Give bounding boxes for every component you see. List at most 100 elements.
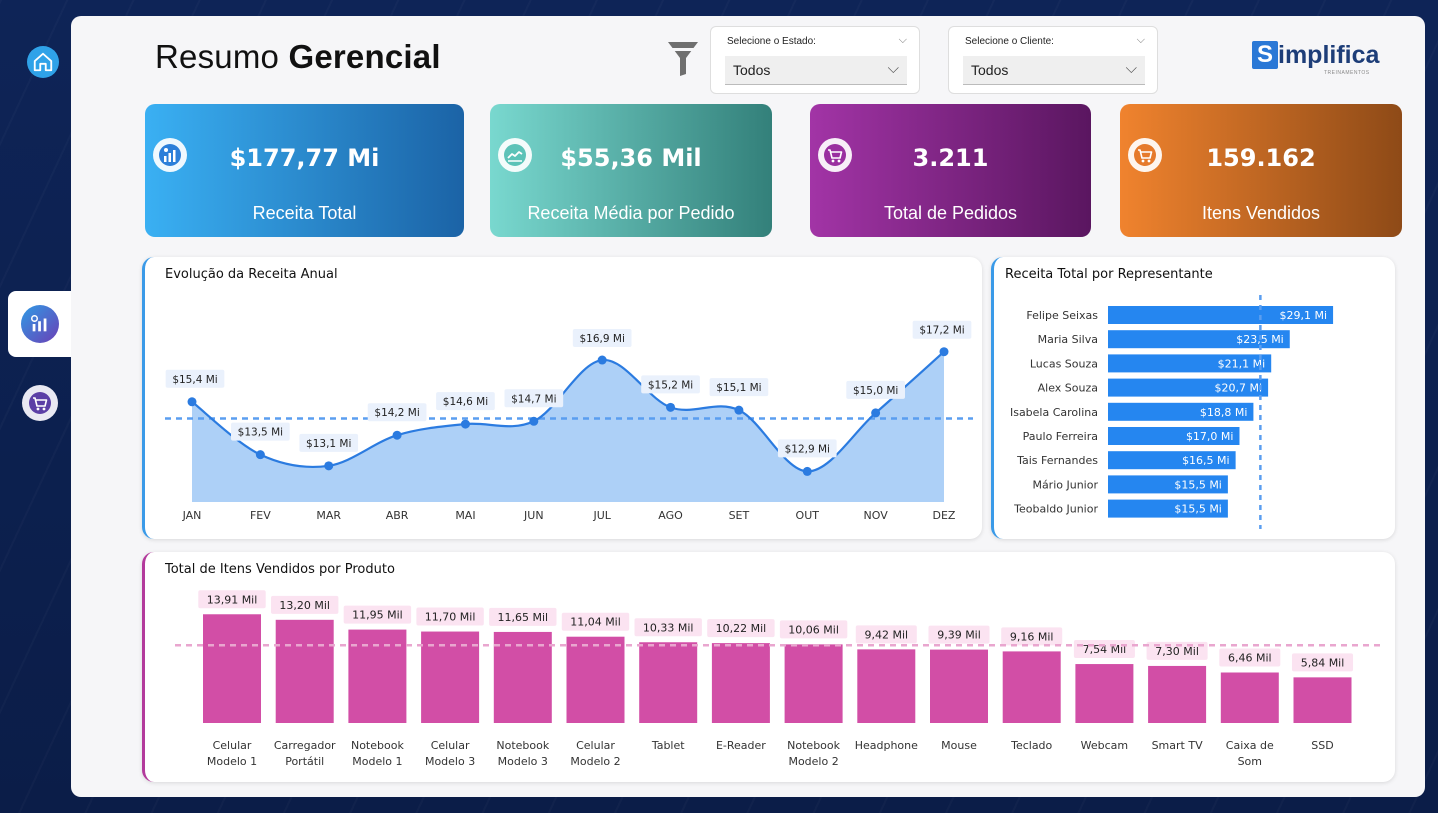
data-point — [871, 408, 881, 418]
bar-data-label: 13,91 Mil — [207, 593, 258, 606]
bar-category-label: Maria Silva — [1038, 333, 1098, 346]
state-dropdown[interactable]: Todos ⌵ — [725, 56, 907, 85]
data-label: $14,6 Mi — [443, 396, 488, 408]
bar-category-label: Tais Fernandes — [1016, 454, 1098, 467]
kpi-card-receita-media: $55,36 Mil Receita Média por Pedido — [490, 104, 772, 237]
bar-data-label: 5,84 Mil — [1301, 656, 1345, 669]
bar — [1293, 677, 1352, 723]
bar-category-label: Alex Souza — [1038, 382, 1098, 395]
kpi-value: 3.211 — [912, 144, 989, 172]
kpi-card-itens-vendidos: 159.162 Itens Vendidos — [1120, 104, 1402, 237]
bar-category-label: Isabela Carolina — [1010, 406, 1098, 419]
x-tick-label: Webcam — [1081, 739, 1129, 752]
items-by-product-panel: Total de Itens Vendidos por Produto 13,9… — [142, 552, 1395, 782]
data-label: $15,4 Mi — [172, 374, 217, 386]
data-point — [324, 461, 334, 471]
nav-revenue-button[interactable] — [8, 291, 71, 357]
home-icon — [33, 52, 53, 72]
x-tick-label: NOV — [864, 509, 889, 522]
logo-word: implifica — [1278, 41, 1380, 69]
client-dropdown[interactable]: Todos ⌵ — [963, 56, 1145, 85]
bar — [566, 636, 625, 723]
x-tick-label: ABR — [386, 509, 409, 522]
x-tick-label: OUT — [796, 509, 820, 522]
revenue-by-rep-panel: Receita Total por Representante Felipe S… — [991, 257, 1395, 539]
nav-home-button[interactable] — [27, 46, 59, 78]
data-label: $15,2 Mi — [648, 379, 693, 391]
data-point — [597, 355, 607, 365]
x-tick-label: JUL — [592, 509, 611, 522]
x-tick-label: JUN — [523, 509, 544, 522]
bar — [348, 629, 407, 723]
state-dropdown-value: Todos — [733, 62, 771, 78]
client-slicer-label: Selecione o Cliente: — [965, 36, 1054, 47]
bar — [639, 642, 698, 723]
x-tick-label: SSD — [1311, 739, 1333, 752]
data-label: $15,1 Mi — [716, 382, 761, 394]
x-tick-label: Notebook — [787, 739, 840, 752]
revenue-by-rep-chart[interactable]: Felipe Seixas $29,1 MiMaria Silva $23,5 Mi… — [994, 257, 1398, 539]
company-logo: Simplifica TREINAMENTOS — [1252, 41, 1380, 76]
items-by-product-chart[interactable]: 13,91 Mil Celular Modelo 1 13,20 Mil Carrega… — [145, 552, 1398, 782]
nav-sales-button[interactable] — [22, 385, 58, 421]
bar — [930, 649, 988, 723]
bar-data-label: 11,65 Mil — [498, 611, 549, 624]
kpi-label: Receita Média por Pedido — [527, 203, 735, 223]
bar-data-label: 9,16 Mil — [1010, 630, 1054, 643]
kpi-label: Receita Total — [252, 203, 357, 223]
bar-data-label: 10,22 Mil — [716, 622, 767, 635]
bar-data-label: 10,33 Mil — [643, 621, 694, 634]
filter-icon[interactable] — [666, 40, 700, 78]
bar-data-label: 11,04 Mil — [570, 616, 621, 629]
page-title-light: Resumo — [155, 38, 280, 75]
chevron-down-icon[interactable]: ⌵ — [1137, 33, 1145, 47]
x-tick-label: SET — [729, 509, 750, 522]
bar — [275, 619, 334, 723]
data-label: $13,5 Mi — [238, 427, 283, 439]
bar-category-label: Paulo Ferreira — [1023, 430, 1098, 443]
bar — [1220, 672, 1279, 723]
state-slicer[interactable]: Selecione o Estado: ⌵ Todos ⌵ — [710, 26, 920, 94]
x-tick-label: Tablet — [651, 739, 685, 752]
x-tick-label: Portátil — [285, 755, 324, 768]
cart-icon — [29, 392, 51, 414]
bar — [857, 649, 916, 723]
revenue-area-chart[interactable]: $15,4 Mi JAN $13,5 Mi FEV $13,1 Mi MAR $14,2 M… — [145, 257, 985, 539]
bar-data-label: $21,1 Mi — [1218, 357, 1266, 370]
x-tick-label: Celular — [576, 739, 615, 752]
x-tick-label: AGO — [658, 509, 683, 522]
data-label: $14,7 Mi — [511, 393, 556, 405]
bar-data-label: 10,06 Mil — [788, 623, 839, 636]
bar-data-label: 6,46 Mil — [1228, 652, 1272, 665]
bar-data-label: 9,39 Mil — [937, 629, 981, 642]
x-tick-label: Notebook — [351, 739, 404, 752]
x-tick-label: Modelo 1 — [352, 755, 402, 768]
data-label: $13,1 Mi — [306, 438, 351, 450]
x-tick-label: Modelo 3 — [425, 755, 475, 768]
revenue-evolution-panel: Evolução da Receita Anual $15,4 Mi JAN $13… — [142, 257, 982, 539]
x-tick-label: Caixa de — [1226, 739, 1274, 752]
data-point — [255, 450, 265, 460]
bar-data-label: 9,42 Mil — [865, 628, 909, 641]
chevron-down-icon: ⌵ — [887, 59, 899, 77]
x-tick-label: Modelo 1 — [207, 755, 257, 768]
kpi-label: Total de Pedidos — [883, 203, 1018, 223]
state-slicer-label: Selecione o Estado: — [727, 36, 816, 47]
bar-data-label: $18,8 Mi — [1200, 406, 1248, 419]
x-tick-label: Modelo 2 — [788, 755, 838, 768]
bar-data-label: 13,20 Mil — [279, 599, 330, 612]
data-point — [939, 347, 949, 357]
data-label: $15,0 Mi — [853, 385, 898, 397]
client-slicer[interactable]: Selecione o Cliente: ⌵ Todos ⌵ — [948, 26, 1158, 94]
bar-data-label: $17,0 Mi — [1186, 430, 1234, 443]
bar-category-label: Lucas Souza — [1030, 357, 1098, 370]
data-label: $17,2 Mi — [919, 325, 964, 337]
bar — [203, 614, 261, 723]
kpi-value: $55,36 Mil — [560, 144, 702, 172]
kpi-card-receita-total: $177,77 Mi Receita Total — [145, 104, 464, 237]
chevron-down-icon[interactable]: ⌵ — [899, 33, 907, 47]
x-tick-label: Modelo 2 — [570, 755, 620, 768]
bar-category-label: Mário Junior — [1032, 478, 1098, 491]
data-point — [460, 419, 470, 429]
x-tick-label: Carregador — [274, 739, 336, 752]
